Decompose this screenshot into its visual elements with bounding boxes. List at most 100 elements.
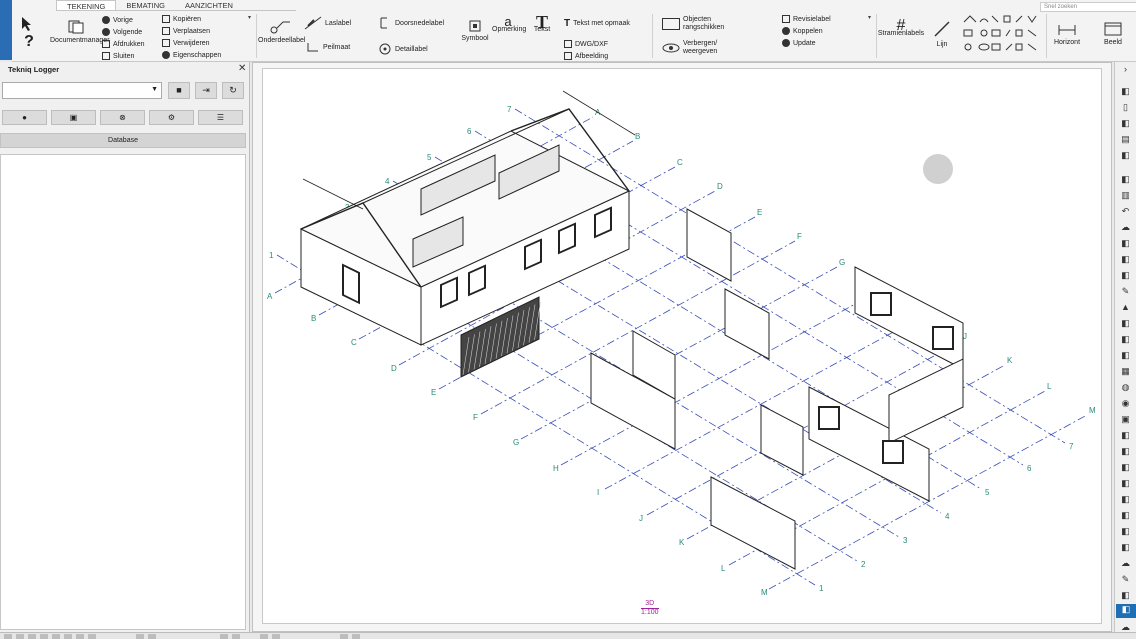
panel-toggle-icon[interactable]: ◧ (1119, 270, 1132, 281)
verbergen-button[interactable]: Verbergen/ weergeven (662, 40, 723, 56)
status-icon[interactable] (148, 634, 156, 639)
beeld-button[interactable]: Beeld (1098, 22, 1128, 47)
status-icon[interactable] (16, 634, 24, 639)
panel-toggle-icon[interactable]: ◧ (1119, 462, 1132, 473)
close-icon[interactable]: ✕ (238, 63, 246, 74)
panel-toggle-icon[interactable]: ◧ (1119, 150, 1132, 161)
status-icon[interactable] (64, 634, 72, 639)
clear-button[interactable]: ⊗ (100, 110, 145, 125)
panel-toggle-icon[interactable]: ◧ (1119, 318, 1132, 329)
detail-label-button[interactable]: Detaillabel (378, 42, 428, 56)
database-list[interactable] (0, 154, 246, 630)
panel-toggle-icon[interactable]: ◧ (1119, 430, 1132, 441)
database-header[interactable]: Database (0, 133, 246, 148)
status-icon[interactable] (272, 634, 280, 639)
update-button[interactable]: Update (782, 39, 816, 47)
status-icon[interactable] (76, 634, 84, 639)
book-icon[interactable]: ▤ (1119, 134, 1132, 145)
status-icon[interactable] (136, 634, 144, 639)
horizont-button[interactable]: Horizont (1048, 22, 1086, 47)
panel-toggle-icon[interactable]: ◧ (1119, 350, 1132, 361)
graduation-cap-icon[interactable]: ▲ (1119, 302, 1132, 313)
panel-toggle-icon[interactable]: ◧ (1119, 254, 1132, 265)
move-button[interactable]: Verplaatsen (162, 27, 210, 35)
page-icon[interactable]: ▯ (1119, 102, 1132, 113)
panel-toggle-icon[interactable]: ◧ (1119, 526, 1132, 537)
active-panel-icon[interactable]: ◧ (1116, 604, 1136, 618)
panel-toggle-icon[interactable]: ◧ (1119, 86, 1132, 97)
doorsnede-label-button[interactable]: Doorsnedelabel (378, 16, 444, 30)
revisielabel-button[interactable]: Revisielabel (782, 15, 831, 23)
status-icon[interactable] (232, 634, 240, 639)
onderdeel-label-button[interactable]: Onderdeellabel (258, 20, 305, 45)
stack-icon[interactable]: ◧ (1119, 174, 1132, 185)
revision-group-arrow[interactable]: ▾ (868, 14, 871, 21)
tekst-button[interactable]: T Tekst (528, 13, 556, 34)
opmerking-button[interactable]: a Opmerking (492, 15, 526, 34)
print-button[interactable]: Afdrukken (102, 40, 145, 48)
afbeelding-button[interactable]: Afbeelding (564, 52, 608, 60)
status-icon[interactable] (88, 634, 96, 639)
brush-icon[interactable]: ✎ (1119, 574, 1132, 585)
panel-toggle-icon[interactable]: ◧ (1119, 590, 1132, 601)
list-button[interactable]: ☰ (198, 110, 243, 125)
tekst-opmaak-button[interactable]: T Tekst met opmaak (564, 18, 630, 29)
save-button[interactable]: ■ (168, 82, 190, 99)
status-icon[interactable] (340, 634, 348, 639)
next-button[interactable]: Volgende (102, 28, 142, 36)
settings-button[interactable]: ⚙ (149, 110, 194, 125)
objecten-rangschikken-button[interactable]: Objecten rangschikken (662, 16, 727, 32)
view-label[interactable]: 3D 1:100 (641, 600, 659, 617)
info-button[interactable]: ● (2, 110, 47, 125)
dwg-dxf-button[interactable]: DWG/DXF (564, 40, 608, 48)
copy-button[interactable]: Kopiëren (162, 15, 201, 23)
prev-button[interactable]: Vorige (102, 16, 133, 24)
target-icon[interactable]: ◉ (1119, 398, 1132, 409)
delete-button[interactable]: Verwijderen (162, 39, 210, 47)
status-icon[interactable] (352, 634, 360, 639)
drawing-canvas[interactable]: AABBCCDDEEFFGGHHIIJJKKLLMM11223344556677… (262, 68, 1102, 624)
draw-shapes-icon[interactable] (962, 14, 1042, 58)
panel-toggle-icon[interactable]: ◧ (1119, 494, 1132, 505)
koppelen-button[interactable]: Koppelen (782, 27, 823, 35)
close-doc-button[interactable]: Sluiten (102, 52, 134, 60)
status-icon[interactable] (260, 634, 268, 639)
status-icon[interactable] (4, 634, 12, 639)
layer-icon[interactable]: ◧ (1119, 118, 1132, 129)
properties-button[interactable]: Eigenschappen (162, 51, 221, 59)
laslabel-button[interactable]: Laslabel (304, 16, 351, 30)
frame-icon[interactable]: ▣ (1119, 414, 1132, 425)
table-icon[interactable]: ▦ (1119, 366, 1132, 377)
edit-group-arrow[interactable]: ▾ (248, 14, 251, 21)
help-button[interactable]: ? (18, 34, 40, 50)
panel-toggle-icon[interactable]: ◧ (1119, 478, 1132, 489)
undo-icon[interactable]: ↶ (1119, 206, 1132, 217)
export-button[interactable]: ⇥ (195, 82, 217, 99)
symbool-button[interactable]: Symbool (458, 20, 492, 43)
cloud-icon[interactable]: ☁ (1119, 558, 1132, 569)
globe-icon[interactable]: ◍ (1119, 382, 1132, 393)
chevron-right-icon[interactable]: › (1119, 64, 1132, 75)
brush-icon[interactable]: ✎ (1119, 286, 1132, 297)
logger-combo[interactable]: ▼ (2, 82, 162, 99)
panel-toggle-icon[interactable]: ◧ (1119, 238, 1132, 249)
stramienlabels-button[interactable]: # Stramienlabels (876, 18, 926, 38)
status-icon[interactable] (40, 634, 48, 639)
cloud-icon[interactable]: ☁ (1119, 222, 1132, 233)
status-icon[interactable] (220, 634, 228, 639)
refresh-button[interactable]: ↻ (222, 82, 244, 99)
lijn-button[interactable]: Lijn (930, 20, 954, 49)
panel-toggle-icon[interactable]: ◧ (1119, 334, 1132, 345)
document-manager-button[interactable]: Documentmanager (50, 20, 110, 45)
peilmaat-button[interactable]: Peilmaat (306, 42, 350, 52)
filter-button[interactable]: ▣ (51, 110, 96, 125)
status-icon[interactable] (28, 634, 36, 639)
3d-drawing[interactable]: AABBCCDDEEFFGGHHIIJJKKLLMM11223344556677 (263, 69, 1103, 625)
panel-toggle-icon[interactable]: ◧ (1119, 542, 1132, 553)
status-icon[interactable] (52, 634, 60, 639)
app-menu-strip[interactable] (0, 0, 12, 60)
panel-toggle-icon[interactable]: ◧ (1119, 446, 1132, 457)
search-input[interactable]: Snel zoeken (1040, 2, 1136, 12)
building-icon[interactable]: ▥ (1119, 190, 1132, 201)
panel-toggle-icon[interactable]: ◧ (1119, 510, 1132, 521)
